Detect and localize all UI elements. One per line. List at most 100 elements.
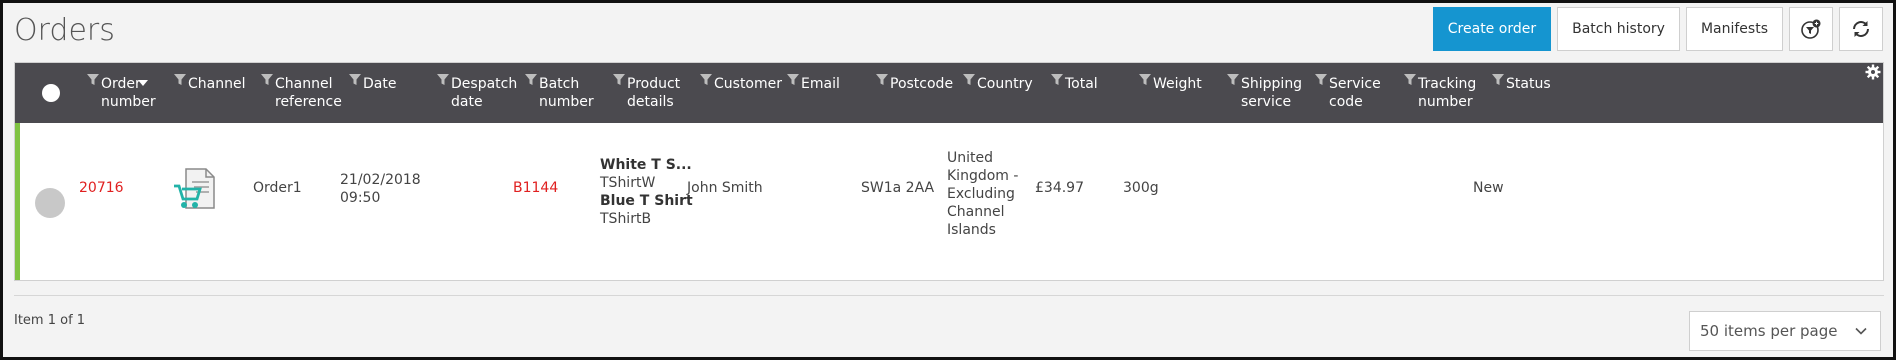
column-header[interactable]: Weight — [1139, 74, 1202, 93]
column-header-label: Date — [363, 76, 397, 92]
column-header-label: Channel — [188, 76, 246, 92]
date-value: 21/02/2018 — [340, 172, 421, 188]
column-header-label: Despatch — [451, 76, 518, 92]
gear-icon[interactable] — [1865, 64, 1881, 80]
postcode-cell: SW1a 2AA — [861, 180, 935, 196]
column-header[interactable]: Customer — [700, 74, 783, 93]
filter-icon[interactable] — [963, 74, 975, 86]
column-header-label: number — [101, 94, 156, 110]
product-details-cell: White T S... TShirtW Blue T Shirt TShirt… — [600, 156, 693, 228]
country-line: Islands — [947, 222, 996, 238]
filter-icon[interactable] — [876, 74, 888, 86]
filter-icon[interactable] — [1051, 74, 1063, 86]
country-line: Kingdom - — [947, 168, 1019, 184]
column-header-label: Product — [627, 76, 681, 92]
column-header[interactable]: Product details — [613, 74, 681, 111]
product-name: Blue T Shirt — [600, 193, 693, 209]
column-header-label: Customer — [714, 76, 783, 92]
column-header[interactable]: Total — [1051, 74, 1098, 93]
column-header[interactable]: Country — [963, 74, 1033, 93]
filter-settings-button[interactable] — [1789, 7, 1833, 51]
column-header-label: Postcode — [890, 76, 954, 92]
product-sku: TShirtB — [600, 211, 652, 227]
column-header-label: Shipping — [1241, 76, 1303, 92]
select-all-checkbox[interactable] — [42, 84, 60, 102]
customer-cell: John Smith — [687, 180, 763, 196]
orders-grid: Order number Channel Channel reference Date De… — [14, 62, 1884, 281]
country-cell: United Kingdom - Excluding Channel Islan… — [947, 149, 1018, 239]
column-header[interactable]: Service code — [1315, 74, 1381, 111]
filter-icon[interactable] — [613, 74, 625, 86]
total-cell: £34.97 — [1035, 180, 1084, 196]
column-header-label: date — [451, 94, 483, 110]
page-title: Orders — [14, 13, 115, 48]
filter-icon[interactable] — [1492, 74, 1504, 86]
product-name: White T S... — [600, 157, 692, 173]
filter-icon[interactable] — [1315, 74, 1327, 86]
filter-icon[interactable] — [1139, 74, 1151, 86]
time-value: 09:50 — [340, 190, 381, 206]
refresh-button[interactable] — [1839, 7, 1883, 51]
filter-icon[interactable] — [87, 74, 99, 86]
filter-icon[interactable] — [700, 74, 712, 86]
filter-icon[interactable] — [174, 74, 186, 86]
column-header-label: reference — [275, 94, 342, 110]
refresh-icon — [1853, 21, 1869, 37]
column-header[interactable]: Status — [1492, 74, 1551, 93]
column-header[interactable]: Postcode — [876, 74, 954, 93]
column-header-label: service — [1241, 94, 1292, 110]
manifests-button[interactable]: Manifests — [1685, 7, 1783, 51]
column-header[interactable]: Shipping service — [1227, 74, 1303, 111]
chevron-down-icon — [1855, 327, 1867, 335]
filter-icon[interactable] — [349, 74, 361, 86]
column-header-label: details — [627, 94, 674, 110]
column-header-label: Status — [1506, 76, 1551, 92]
column-header[interactable]: Date — [349, 74, 397, 93]
column-header[interactable]: Email — [787, 74, 840, 93]
filter-icon[interactable] — [1227, 74, 1239, 86]
column-header[interactable]: Batch number — [525, 74, 594, 111]
status-cell: New — [1473, 180, 1504, 196]
column-header-label: Batch — [539, 76, 580, 92]
filter-settings-icon — [1801, 19, 1821, 39]
column-header-label: Weight — [1153, 76, 1202, 92]
column-header-label: Service — [1329, 76, 1381, 92]
country-line: United — [947, 150, 993, 166]
column-header-label: Total — [1065, 76, 1098, 92]
country-line: Channel — [947, 204, 1005, 220]
column-header[interactable]: Despatch date — [437, 74, 518, 111]
page-size-select[interactable]: 50 items per page — [1689, 311, 1881, 351]
column-header-label: Channel — [275, 76, 333, 92]
divider — [14, 295, 1884, 296]
date-cell: 21/02/2018 09:50 — [340, 171, 421, 207]
filter-icon[interactable] — [261, 74, 273, 86]
column-header-label: code — [1329, 94, 1363, 110]
batch-number-link[interactable]: B1144 — [513, 179, 558, 197]
row-select-checkbox[interactable] — [35, 188, 65, 218]
page-size-value: 50 items per page — [1700, 322, 1838, 340]
grid-header: Order number Channel Channel reference Date De… — [15, 63, 1883, 123]
column-header[interactable]: Tracking number — [1404, 74, 1477, 111]
app-window: Orders Create order Batch history Manife… — [0, 0, 1896, 360]
column-header[interactable]: Channel — [174, 74, 246, 93]
channel-reference-cell: Order1 — [253, 180, 302, 196]
product-sku: TShirtW — [600, 175, 656, 191]
filter-icon[interactable] — [787, 74, 799, 86]
column-header-label: Order — [101, 76, 141, 92]
batch-history-button[interactable]: Batch history — [1557, 7, 1680, 51]
channel-cell — [172, 166, 218, 217]
filter-icon[interactable] — [525, 74, 537, 86]
filter-icon[interactable] — [1404, 74, 1416, 86]
column-header[interactable]: Channel reference — [261, 74, 342, 111]
filter-icon[interactable] — [437, 74, 449, 86]
weight-cell: 300g — [1123, 180, 1159, 196]
order-number-link[interactable]: 20716 — [79, 179, 124, 197]
country-line: Excluding — [947, 186, 1015, 202]
column-header-label: Country — [977, 76, 1033, 92]
table-row[interactable]: 20716 Order1 21/02/2018 09:50 B1144 Whit… — [15, 123, 1883, 280]
column-header[interactable]: Order number — [87, 74, 156, 111]
column-header-label: Tracking — [1418, 76, 1477, 92]
column-header-label: number — [1418, 94, 1473, 110]
create-order-button[interactable]: Create order — [1432, 7, 1552, 51]
column-header-label: Email — [801, 76, 840, 92]
